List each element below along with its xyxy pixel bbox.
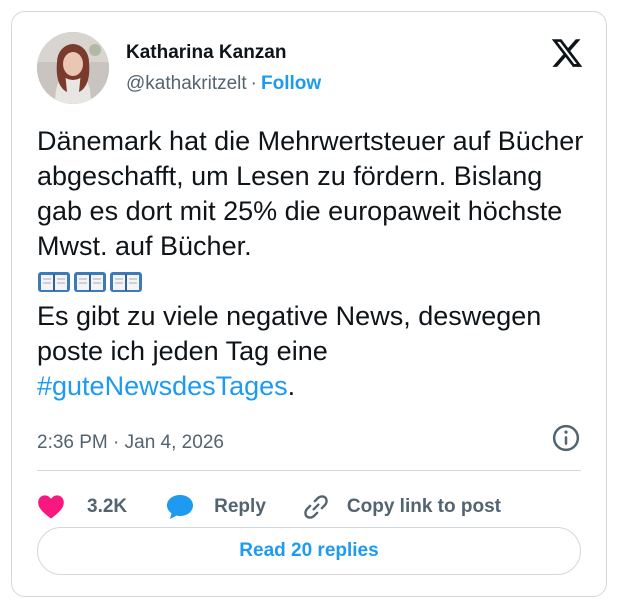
tweet-paragraph-2-text: Es gibt zu viele negative News, deswegen… <box>37 301 542 366</box>
tweet-timestamp[interactable]: 2:36 PM · Jan 4, 2026 <box>37 432 224 454</box>
info-icon[interactable] <box>551 423 581 453</box>
author-handle-row: @kathakritzelt · Follow <box>126 73 321 95</box>
tweet-text: Dänemark hat die Mehrwertsteuer auf Büch… <box>37 124 587 404</box>
reply-label: Reply <box>214 496 266 517</box>
follow-button[interactable]: Follow <box>261 73 321 94</box>
reply-bubble-icon <box>167 495 194 519</box>
tweet-end-punctuation: . <box>287 371 296 401</box>
copy-link-label: Copy link to post <box>346 496 501 517</box>
copy-link-button[interactable]: Copy link to post <box>302 493 501 521</box>
emoji-row <box>37 264 587 299</box>
open-book-icon <box>74 271 106 292</box>
open-book-icon <box>38 271 70 292</box>
tweet-card: Katharina Kanzan @kathakritzelt · Follow D… <box>11 11 607 597</box>
tweet-paragraph-1: Dänemark hat die Mehrwertsteuer auf Büch… <box>37 126 584 261</box>
hashtag-link[interactable]: #guteNewsdesTages <box>37 371 288 401</box>
like-button[interactable]: 3.2K <box>37 494 127 520</box>
tweet-paragraph-2: Es gibt zu viele negative News, deswegen… <box>37 299 587 404</box>
author-name[interactable]: Katharina Kanzan <box>126 42 286 64</box>
author-handle[interactable]: @kathakritzelt <box>126 73 247 94</box>
divider <box>37 470 581 471</box>
avatar[interactable] <box>37 32 109 104</box>
like-count: 3.2K <box>87 496 128 517</box>
reply-button[interactable]: Reply <box>165 493 266 521</box>
action-bar: 3.2K Reply Copy link to post <box>37 482 501 532</box>
read-replies-button[interactable]: Read 20 replies <box>37 527 581 575</box>
separator-dot: · <box>250 73 257 94</box>
x-logo-icon[interactable] <box>550 36 584 70</box>
open-book-icon <box>110 271 142 292</box>
heart-icon <box>38 495 64 519</box>
link-icon <box>304 495 328 519</box>
